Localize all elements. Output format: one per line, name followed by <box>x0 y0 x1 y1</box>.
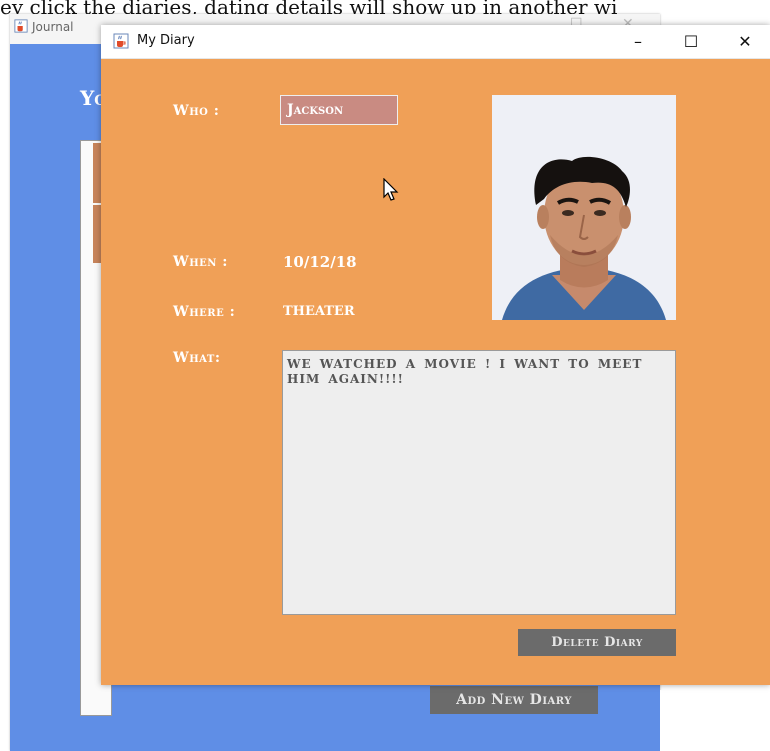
minimize-button[interactable]: – <box>615 25 661 58</box>
journal-title: Journal <box>32 20 74 34</box>
mouse-pointer-icon <box>383 178 399 201</box>
where-value: THEATER <box>283 304 355 319</box>
when-value: 10/12/18 <box>283 253 357 271</box>
my-diary-window: My Diary – ☐ ✕ Who : Jackson When: 10/1… <box>101 25 770 685</box>
profile-photo <box>492 95 676 320</box>
who-field[interactable]: Jackson <box>280 95 398 125</box>
what-label: What: <box>173 350 221 366</box>
where-label: Where : <box>173 304 236 320</box>
java-coffee-icon <box>14 19 28 33</box>
desktop-area <box>660 690 770 751</box>
window-title: My Diary <box>137 33 195 48</box>
maximize-button[interactable]: ☐ <box>668 25 714 58</box>
what-textarea[interactable]: WE WATCHED A MOVIE ! I WANT TO MEET HIM … <box>282 350 676 615</box>
my-diary-titlebar: My Diary – ☐ ✕ <box>101 25 770 59</box>
close-button[interactable]: ✕ <box>722 25 768 58</box>
when-label: When : <box>173 254 228 270</box>
who-label: Who : <box>173 103 220 119</box>
profile-photo-image <box>492 95 676 320</box>
delete-diary-button[interactable]: Delete Diary <box>518 629 676 656</box>
add-new-diary-button[interactable]: Add New Diary <box>430 686 598 714</box>
java-coffee-icon <box>113 33 129 49</box>
